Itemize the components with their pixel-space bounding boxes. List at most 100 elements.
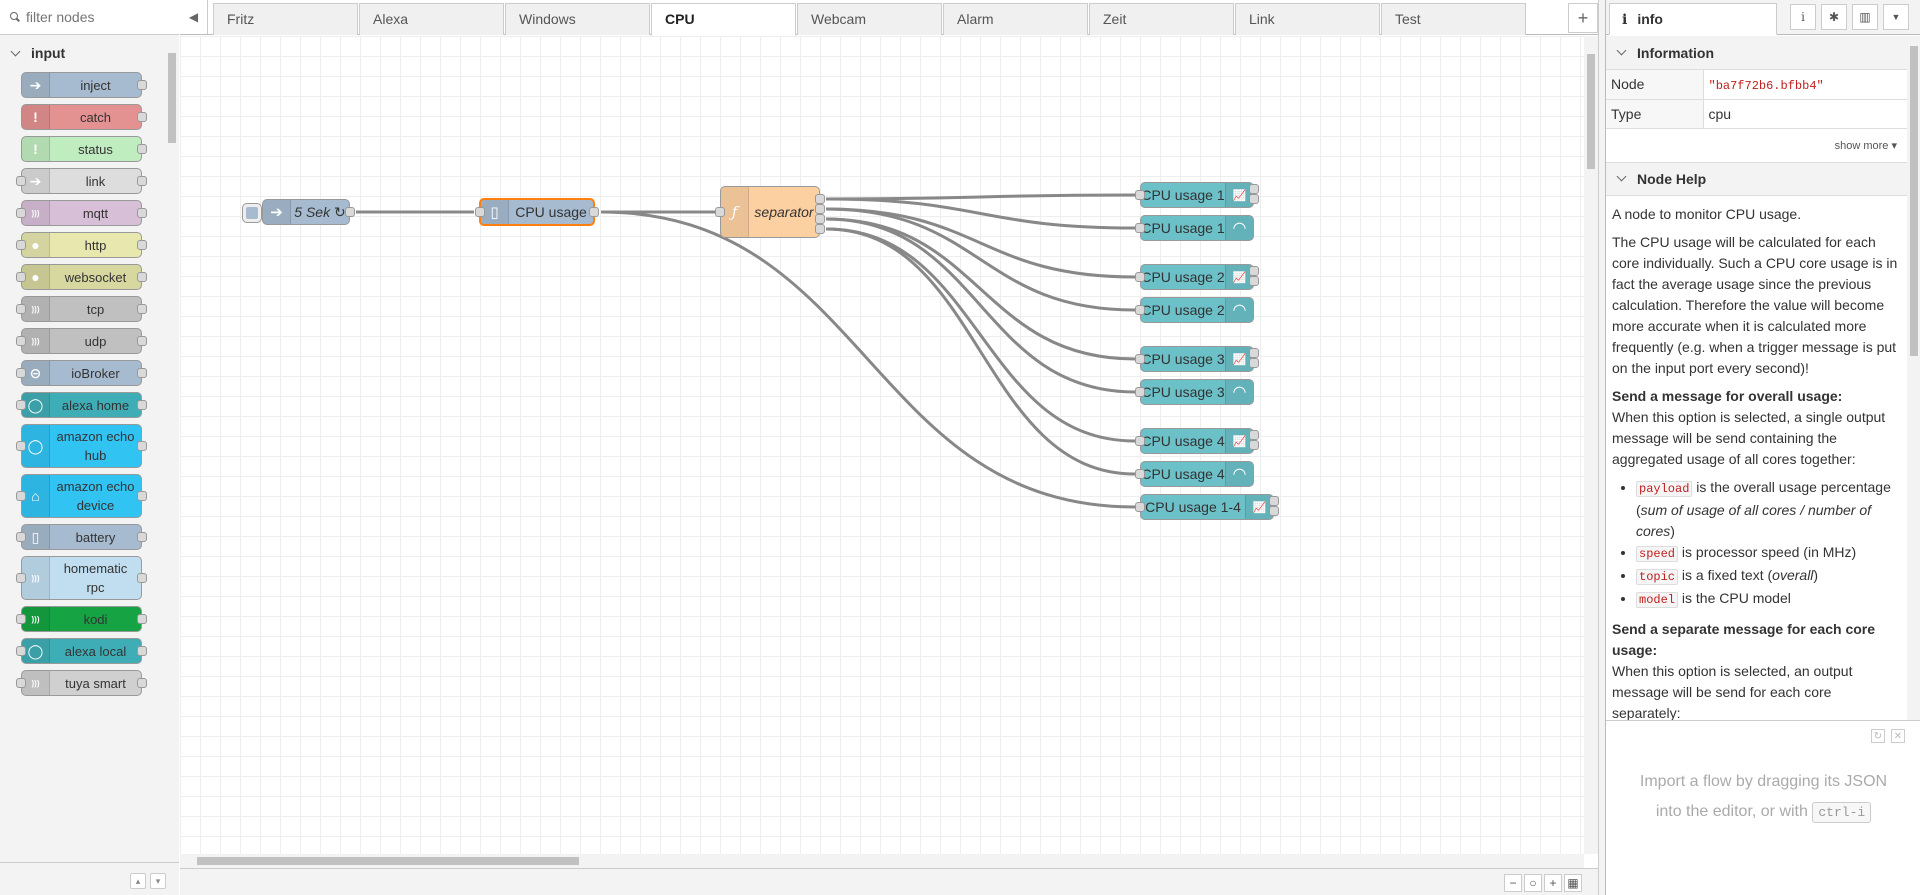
dashboard-icon[interactable]: ▥ xyxy=(1852,4,1878,30)
palette-node-amazon-echo-hub[interactable]: ◯ amazon echo hub xyxy=(16,424,147,468)
wire[interactable] xyxy=(825,227,1136,476)
palette-node-kodi[interactable]: ))) kodi xyxy=(16,606,147,632)
wire[interactable] xyxy=(825,207,1136,279)
output-port[interactable] xyxy=(1249,430,1259,440)
palette-node-tcp[interactable]: ))) tcp xyxy=(16,296,147,322)
palette-node-link[interactable]: ➔ link xyxy=(16,168,147,194)
chevron-down-icon[interactable]: ▼ xyxy=(1883,4,1909,30)
input-port[interactable] xyxy=(1135,305,1145,315)
canvas-horizontal-scrollbar[interactable] xyxy=(180,854,1584,868)
palette-node-mqtt[interactable]: ))) mqtt xyxy=(16,200,147,226)
dashboard-gauge-node[interactable]: CPU usage 3 ◠ xyxy=(1135,379,1254,405)
input-port[interactable] xyxy=(1135,354,1145,364)
palette-node-catch[interactable]: ! catch xyxy=(21,104,147,130)
tab-alarm[interactable]: Alarm xyxy=(943,3,1088,35)
zoom-reset-button[interactable]: ○ xyxy=(1524,874,1542,892)
tab-windows[interactable]: Windows xyxy=(505,3,650,35)
zoom-out-button[interactable]: − xyxy=(1504,874,1522,892)
input-port[interactable] xyxy=(475,207,485,217)
flow-canvas[interactable]: ➔ 5 Sek ↻ ▯ CPU usage ƒ separator CPU us… xyxy=(180,36,1584,854)
separator-function-node[interactable]: ƒ separator xyxy=(715,186,820,238)
dashboard-gauge-node[interactable]: CPU usage 1 ◠ xyxy=(1135,215,1254,241)
input-port[interactable] xyxy=(1135,469,1145,479)
tab-alexa[interactable]: Alexa xyxy=(359,3,504,35)
palette-search-input[interactable] xyxy=(26,9,166,25)
palette-node-inject[interactable]: ➔ inject xyxy=(21,72,147,98)
tab-cpu[interactable]: CPU xyxy=(651,3,796,36)
dashboard-chart-node[interactable]: CPU usage 1-4 📈 xyxy=(1135,494,1279,520)
output-port[interactable] xyxy=(1249,266,1259,276)
tab-fritz[interactable]: Fritz xyxy=(213,3,358,35)
palette-search[interactable] xyxy=(0,0,179,35)
debug-icon[interactable]: ✱ xyxy=(1821,4,1847,30)
expand-all-button[interactable]: ▾ xyxy=(150,873,166,889)
palette-node-http[interactable]: ● http xyxy=(16,232,147,258)
tab-test[interactable]: Test xyxy=(1381,3,1526,35)
inject-node[interactable]: ➔ 5 Sek ↻ xyxy=(242,199,355,225)
output-port[interactable] xyxy=(1269,496,1279,506)
output-port[interactable] xyxy=(815,224,825,234)
output-port[interactable] xyxy=(1249,358,1259,368)
output-port[interactable] xyxy=(1249,276,1259,286)
palette-node-alexa-local[interactable]: ◯ alexa local xyxy=(16,638,147,664)
output-port[interactable] xyxy=(345,207,355,217)
palette-scrollbar[interactable] xyxy=(165,35,179,862)
dashboard-chart-node[interactable]: CPU usage 2 📈 xyxy=(1135,264,1259,290)
refresh-icon[interactable]: ↻ xyxy=(1871,729,1885,743)
palette-node-amazon-echo-device[interactable]: ⌂ amazon echo device xyxy=(16,474,147,518)
palette-node-udp[interactable]: ))) udp xyxy=(16,328,147,354)
add-tab-button[interactable]: + xyxy=(1568,3,1598,33)
tab-scroll-left-button[interactable]: ◀ xyxy=(180,0,208,34)
wire[interactable] xyxy=(825,193,1136,201)
palette-node-iobroker[interactable]: ⊝ ioBroker xyxy=(16,360,147,386)
inject-trigger-button[interactable] xyxy=(242,203,262,223)
palette-node-battery[interactable]: ▯ battery xyxy=(16,524,147,550)
tab-info[interactable]: i info xyxy=(1609,3,1777,35)
palette-category-header[interactable]: input xyxy=(0,35,165,71)
output-port[interactable] xyxy=(589,207,599,217)
close-icon[interactable]: ✕ xyxy=(1891,729,1905,743)
dashboard-chart-node[interactable]: CPU usage 1 📈 xyxy=(1135,182,1259,208)
output-port[interactable] xyxy=(1249,440,1259,450)
dashboard-chart-node[interactable]: CPU usage 4 📈 xyxy=(1135,428,1259,454)
collapse-all-button[interactable]: ▴ xyxy=(130,873,146,889)
input-port[interactable] xyxy=(1135,223,1145,233)
tab-webcam[interactable]: Webcam xyxy=(797,3,942,35)
cpu-usage-node[interactable]: ▯ CPU usage xyxy=(475,198,599,226)
dashboard-chart-node[interactable]: CPU usage 3 📈 xyxy=(1135,346,1259,372)
palette-node-tuya-smart[interactable]: ))) tuya smart xyxy=(16,670,147,696)
sidebar-resize-handle[interactable] xyxy=(1598,0,1605,895)
info-icon[interactable]: i xyxy=(1790,4,1816,30)
input-port[interactable] xyxy=(1135,190,1145,200)
palette-node-alexa-home[interactable]: ◯ alexa home xyxy=(16,392,147,418)
palette-node-homematic-rpc[interactable]: ))) homematic rpc xyxy=(16,556,147,600)
palette-node-status[interactable]: ! status xyxy=(21,136,147,162)
sidebar-scrollbar[interactable] xyxy=(1907,36,1920,720)
palette-node-websocket[interactable]: ● websocket xyxy=(16,264,147,290)
show-more-link[interactable]: show more ▾ xyxy=(1606,129,1907,162)
input-port[interactable] xyxy=(1135,502,1145,512)
input-port[interactable] xyxy=(1135,387,1145,397)
canvas-vertical-scrollbar[interactable] xyxy=(1584,36,1598,854)
output-port[interactable] xyxy=(1249,184,1259,194)
output-port[interactable] xyxy=(1269,506,1279,516)
dashboard-gauge-node[interactable]: CPU usage 4 ◠ xyxy=(1135,461,1254,487)
output-port[interactable] xyxy=(1249,348,1259,358)
wire[interactable] xyxy=(825,217,1136,361)
output-port[interactable] xyxy=(1249,194,1259,204)
tab-zeit[interactable]: Zeit xyxy=(1089,3,1234,35)
input-port[interactable] xyxy=(715,207,725,217)
tab-link[interactable]: Link xyxy=(1235,3,1380,35)
information-section-header[interactable]: Information xyxy=(1606,36,1907,70)
output-port[interactable] xyxy=(815,194,825,204)
input-port[interactable] xyxy=(1135,436,1145,446)
input-port xyxy=(16,176,26,186)
wire[interactable] xyxy=(600,210,1136,509)
zoom-in-button[interactable]: + xyxy=(1544,874,1562,892)
input-port[interactable] xyxy=(1135,272,1145,282)
output-port[interactable] xyxy=(815,214,825,224)
dashboard-gauge-node[interactable]: CPU usage 2 ◠ xyxy=(1135,297,1254,323)
output-port[interactable] xyxy=(815,204,825,214)
navigator-button[interactable]: ▦ xyxy=(1564,874,1582,892)
node-help-section-header[interactable]: Node Help xyxy=(1606,161,1907,196)
